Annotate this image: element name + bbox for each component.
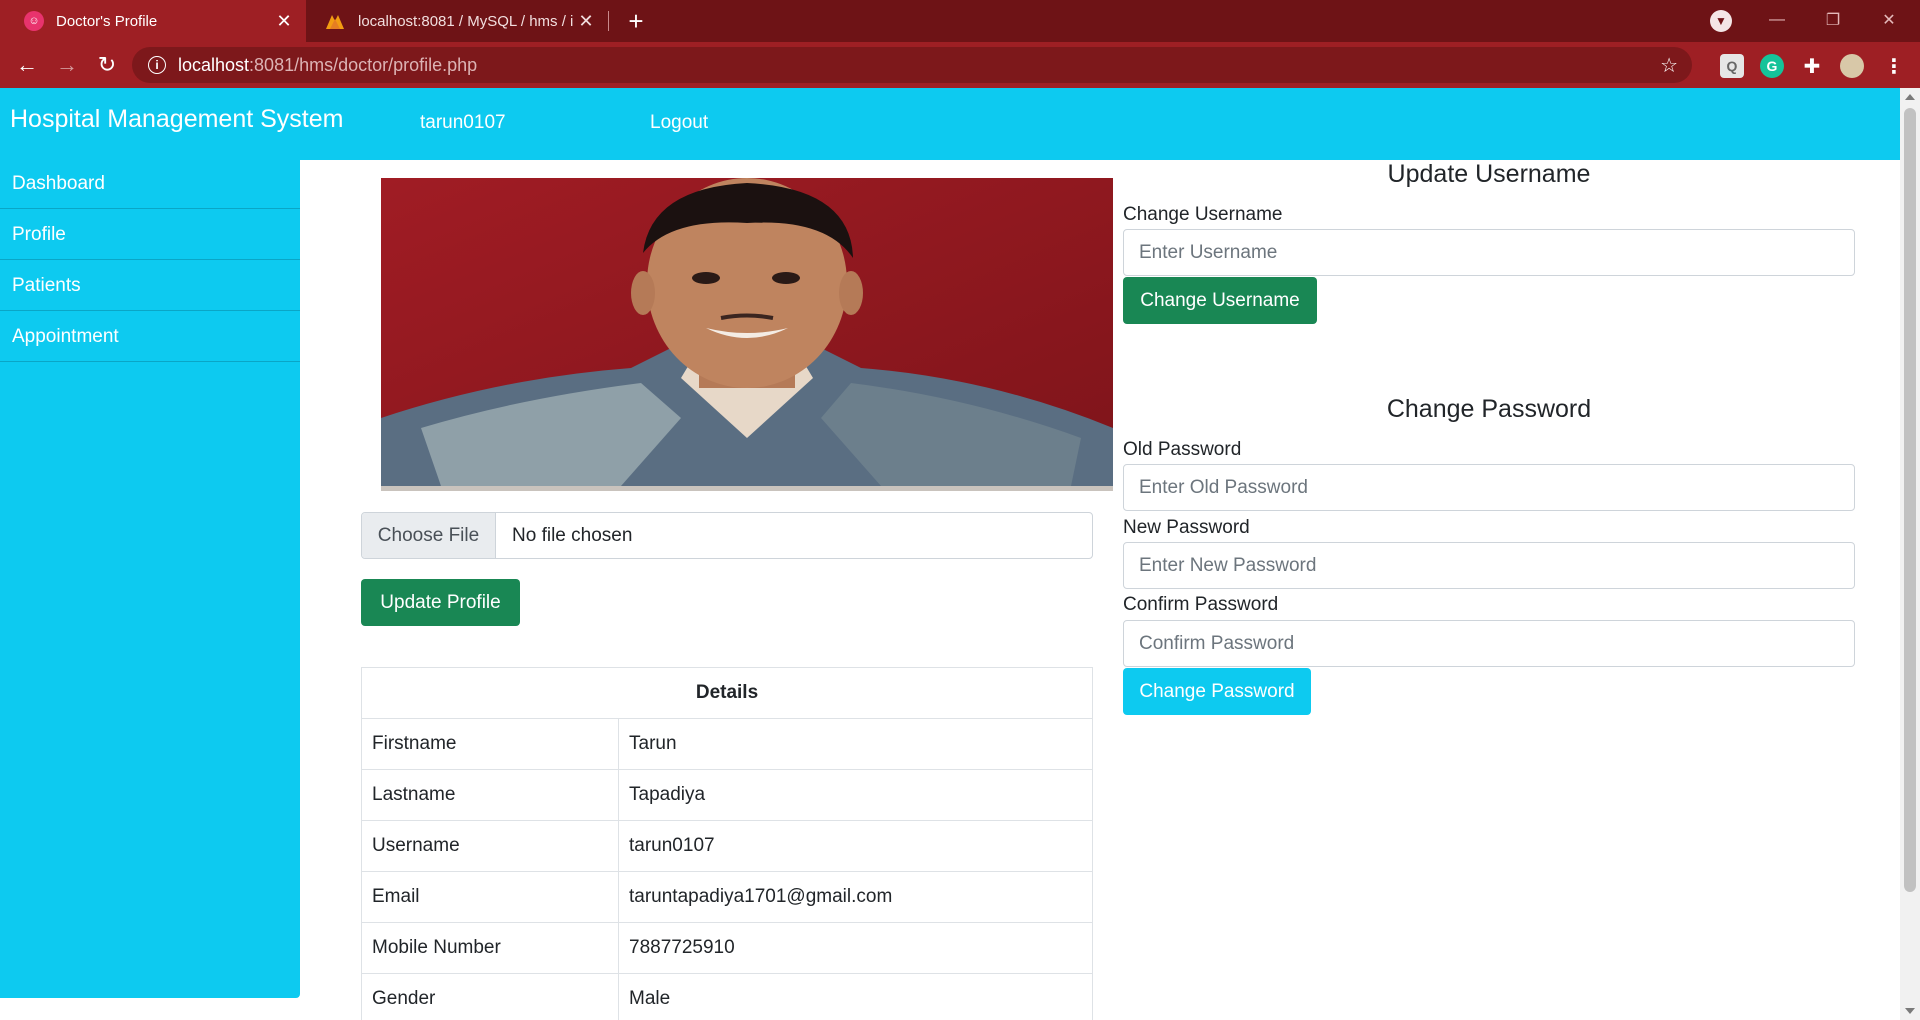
extension-q-icon[interactable]: Q [1720, 54, 1744, 78]
new-password-label: New Password [1123, 517, 1250, 538]
address-bar[interactable]: i localhost:8081/hms/doctor/profile.php … [132, 47, 1692, 83]
row-label: Lastname [361, 769, 619, 821]
sidebar-item-appointment[interactable]: Appointment [0, 311, 300, 362]
row-value: Male [618, 973, 1093, 1020]
restore-icon[interactable]: ❐ [1810, 0, 1856, 40]
row-label: Username [361, 820, 619, 872]
grammarly-icon[interactable]: G [1760, 54, 1784, 78]
row-value: 7887725910 [618, 922, 1093, 974]
tab-search-icon[interactable]: ▼ [1710, 10, 1732, 32]
tab-separator [608, 11, 609, 31]
update-username-title: Update Username [1387, 160, 1591, 188]
profile-photo [381, 178, 1113, 491]
table-row: Username tarun0107 [361, 820, 1093, 872]
tab-phpmyadmin[interactable]: localhost:8081 / MySQL / hms / i ✕ [310, 0, 608, 42]
nav-username[interactable]: tarun0107 [420, 112, 506, 134]
tab-title: localhost:8081 / MySQL / hms / i [358, 12, 574, 30]
table-row: Email taruntapadiya1701@gmail.com [361, 871, 1093, 923]
table-row: Gender Male [361, 973, 1093, 1020]
new-password-input[interactable] [1123, 542, 1855, 589]
reload-icon[interactable]: ↻ [92, 50, 122, 80]
close-tab-icon[interactable]: ✕ [272, 9, 296, 33]
close-tab-icon[interactable]: ✕ [574, 9, 598, 33]
details-table: Details Firstname Tarun Lastname Tapadiy… [361, 667, 1093, 1020]
table-row: Mobile Number 7887725910 [361, 922, 1093, 974]
page-scrollbar[interactable] [1900, 88, 1920, 1020]
url-host: localhost [178, 54, 250, 75]
back-icon[interactable]: ← [12, 50, 42, 80]
table-row: Lastname Tapadiya [361, 769, 1093, 821]
confirm-password-label: Confirm Password [1123, 594, 1279, 615]
username-input[interactable] [1123, 229, 1855, 276]
row-label: Email [361, 871, 619, 923]
row-value: taruntapadiya1701@gmail.com [618, 871, 1093, 923]
row-value: Tapadiya [618, 769, 1093, 821]
sidebar-item-patients[interactable]: Patients [0, 260, 300, 311]
tab-title: Doctor's Profile [56, 12, 158, 30]
old-password-input[interactable] [1123, 464, 1855, 511]
change-password-title: Change Password [1386, 395, 1592, 423]
confirm-password-input[interactable] [1123, 620, 1855, 667]
sidebar-item-dashboard[interactable]: Dashboard [0, 158, 300, 209]
change-username-button[interactable]: Change Username [1123, 277, 1317, 324]
app-navbar: Hospital Management System tarun0107 Log… [0, 88, 1900, 160]
scroll-up-icon[interactable] [1905, 94, 1915, 100]
row-label: Gender [361, 973, 619, 1020]
brand-title[interactable]: Hospital Management System [10, 105, 343, 134]
sidebar: Dashboard Profile Patients Appointment [0, 158, 300, 998]
choose-file-button[interactable]: Choose File [362, 513, 496, 558]
scroll-thumb[interactable] [1904, 108, 1916, 892]
browser-menu-icon[interactable]: ⋮ [1882, 54, 1906, 78]
row-value: tarun0107 [618, 820, 1093, 872]
scroll-down-icon[interactable] [1905, 1008, 1915, 1014]
bookmark-star-icon[interactable]: ☆ [1660, 53, 1678, 78]
row-label: Mobile Number [361, 922, 619, 974]
browser-tabbar: ☺ Doctor's Profile ✕ localhost:8081 / My… [0, 0, 1920, 42]
sidebar-item-profile[interactable]: Profile [0, 209, 300, 260]
minimize-icon[interactable]: — [1754, 0, 1800, 40]
window-close-icon[interactable]: ✕ [1866, 0, 1912, 40]
change-username-label: Change Username [1123, 204, 1283, 225]
user-avatar-icon[interactable] [1840, 54, 1864, 78]
tab-doctors-profile[interactable]: ☺ Doctor's Profile ✕ [0, 0, 306, 42]
forward-icon[interactable]: → [52, 50, 82, 80]
url-path: :8081/hms/doctor/profile.php [249, 54, 478, 75]
profile-image-file-input[interactable]: Choose File No file chosen [361, 512, 1093, 559]
app-favicon-icon: ☺ [24, 11, 44, 31]
row-value: Tarun [618, 718, 1093, 770]
table-row: Firstname Tarun [361, 718, 1093, 770]
table-header-row: Details [361, 667, 1093, 719]
details-header: Details [361, 667, 1093, 719]
row-label: Firstname [361, 718, 619, 770]
logout-link[interactable]: Logout [650, 112, 708, 134]
file-status-text: No file chosen [512, 524, 633, 546]
site-info-icon[interactable]: i [148, 56, 166, 74]
old-password-label: Old Password [1123, 439, 1242, 460]
update-profile-button[interactable]: Update Profile [361, 579, 520, 626]
change-password-button[interactable]: Change Password [1123, 668, 1311, 715]
browser-toolbar: ← → ↻ i localhost:8081/hms/doctor/profil… [0, 42, 1920, 88]
extensions-puzzle-icon[interactable]: ✚ [1800, 54, 1824, 78]
new-tab-icon[interactable]: + [622, 6, 650, 36]
phpmyadmin-favicon-icon [326, 15, 344, 29]
